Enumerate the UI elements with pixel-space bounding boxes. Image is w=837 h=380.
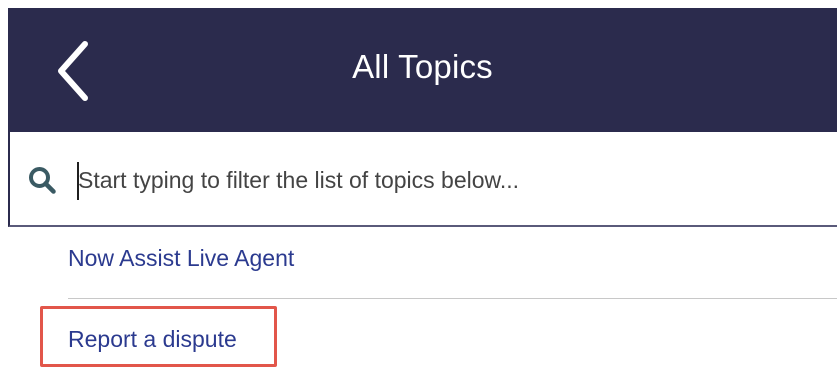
header-bar: All Topics [8,8,837,132]
topics-panel: All Topics Now Assist Live Agent Report … [8,8,837,375]
page-title: All Topics [352,48,493,85]
topic-item-label: Now Assist Live Agent [68,245,295,271]
search-input[interactable] [78,158,818,202]
topic-item-now-assist-live-agent[interactable]: Now Assist Live Agent [68,227,837,299]
search-bar [8,132,837,227]
search-icon [28,166,56,194]
topic-item-report-a-dispute[interactable]: Report a dispute [68,308,837,380]
topic-item-label: Report a dispute [68,326,237,352]
